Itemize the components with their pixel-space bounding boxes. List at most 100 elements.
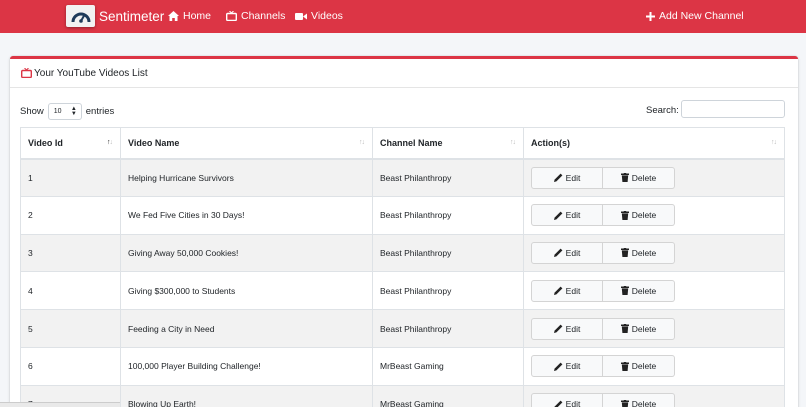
pencil-icon: [553, 286, 563, 296]
row-action-buttons: Edit Delete: [531, 393, 784, 407]
top-navbar: Sentimeter Home Channels Videos Add New …: [0, 0, 806, 33]
videos-card: Your YouTube Videos List Show 10 ▲ ▼ entr…: [10, 56, 798, 407]
delete-button-label: Delete: [631, 361, 657, 372]
cell-actions: Edit Delete: [523, 384, 785, 407]
table-row: 7Blowing Up Earth!MrBeast GamingEditDele…: [20, 384, 785, 407]
nav-channels[interactable]: Channels: [226, 10, 285, 22]
column-header-channel-name[interactable]: Channel Name ↑↓: [372, 127, 524, 160]
table-row: 2 We Fed Five Cities in 30 Days! Beast Phi…: [20, 195, 785, 235]
delete-button[interactable]: Delete: [603, 279, 675, 302]
edit-button-label: Edit: [565, 247, 581, 258]
edit-button[interactable]: Edit: [531, 241, 603, 264]
delete-button-label: Delete: [631, 285, 657, 296]
delete-button[interactable]: Delete: [603, 355, 675, 378]
video-camera-icon: [295, 12, 307, 20]
edit-button[interactable]: Edit: [531, 355, 603, 378]
delete-button[interactable]: Delete: [603, 166, 675, 189]
column-header-video-id[interactable]: Video Id ↑↓: [20, 127, 121, 160]
column-header-actions[interactable]: Action(s) ↑↓: [523, 127, 785, 160]
column-header-label: Video Id: [28, 137, 63, 148]
row-action-buttons: Edit Delete: [531, 241, 784, 264]
cell-channel-name: Beast Philanthropy: [372, 309, 524, 348]
table-row: 6 100,000 Player Building Challenge! MrBea…: [20, 346, 785, 386]
row-action-buttons: Edit Delete: [531, 279, 784, 302]
tv-icon: [226, 11, 237, 21]
cell-video-name: We Fed Five Cities in 30 Days!: [120, 195, 373, 235]
edit-button[interactable]: Edit: [531, 204, 603, 227]
sort-icon: ↑↓: [359, 139, 365, 146]
browser-status-bar: [0, 402, 120, 407]
cell-channel-name: Beast Philanthropy: [372, 271, 524, 311]
cell-video-name: Blowing Up Earth!: [120, 384, 373, 407]
row-action-buttons: Edit Delete: [531, 355, 784, 378]
nav-home[interactable]: Home: [168, 10, 211, 22]
edit-button-label: Edit: [565, 172, 581, 183]
pencil-icon: [553, 249, 563, 258]
edit-button[interactable]: Edit: [531, 279, 603, 302]
edit-button-label: Edit: [565, 210, 581, 221]
cell-actions: Edit Delete: [523, 309, 785, 348]
row-action-buttons: Edit Delete: [531, 204, 784, 227]
delete-button[interactable]: Delete: [603, 204, 675, 227]
cell-channel-name: MrBeast Gaming: [372, 346, 524, 386]
table-row: 1 Helping Hurricane Survivors Beast Philan…: [20, 158, 785, 197]
edit-button-label: Edit: [565, 285, 581, 296]
select-caret-icon: ▲ ▼: [70, 106, 77, 117]
cell-video-id: 6: [20, 346, 121, 386]
column-header-video-name[interactable]: Video Name ↑↓: [120, 127, 373, 160]
trash-icon: [620, 210, 629, 220]
cell-video-name: Feeding a City in Need: [120, 309, 373, 348]
card-title: Your YouTube Videos List: [34, 67, 148, 79]
edit-button-label: Edit: [565, 361, 581, 372]
cell-video-id: 1: [20, 158, 121, 197]
nav-videos[interactable]: Videos: [295, 10, 343, 22]
trash-icon: [620, 324, 629, 334]
tv-icon: [21, 68, 32, 78]
edit-button[interactable]: Edit: [531, 317, 603, 340]
table-row: 5 Feeding a City in Need Beast Philanthrop…: [20, 309, 785, 348]
add-new-channel-link[interactable]: Add New Channel: [646, 10, 744, 22]
delete-button[interactable]: Delete: [603, 241, 675, 264]
row-action-buttons: Edit Delete: [531, 317, 784, 340]
edit-button[interactable]: Edit: [531, 166, 603, 189]
search-input[interactable]: [681, 100, 785, 118]
trash-icon: [620, 361, 629, 371]
card-header: Your YouTube Videos List: [10, 59, 798, 88]
home-icon: [168, 11, 179, 21]
pencil-icon: [554, 400, 563, 407]
videos-table: Video Id ↑↓ Video Name ↑↓ Channel Name ↑…: [20, 127, 785, 407]
table-row: 3 Giving Away 50,000 Cookies! Beast Philan…: [20, 233, 785, 273]
pencil-icon: [553, 211, 563, 220]
entries-label: entries: [85, 106, 115, 117]
cell-actions: Edit Delete: [523, 195, 785, 235]
show-label: Show: [20, 106, 44, 117]
sort-icon: ↑↓: [510, 139, 516, 146]
delete-button-label: Delete: [631, 247, 657, 258]
cell-actions: Edit Delete: [523, 233, 785, 273]
cell-channel-name: Beast Philanthropy: [372, 195, 524, 235]
delete-button[interactable]: Delete: [603, 393, 675, 407]
pencil-icon: [553, 362, 563, 371]
delete-button[interactable]: Delete: [603, 317, 675, 340]
cell-video-id: 3: [20, 233, 121, 273]
sort-ascending-icon: ↑↓: [107, 139, 113, 146]
cell-video-name: 100,000 Player Building Challenge!: [120, 346, 373, 386]
search-label: Search:: [646, 105, 679, 116]
brand-name: Sentimeter: [99, 8, 165, 24]
sort-icon: ↑↓: [771, 139, 777, 146]
trash-icon: [620, 399, 629, 407]
row-action-buttons: Edit Delete: [531, 166, 784, 189]
cell-channel-name: MrBeast Gaming: [372, 384, 524, 407]
edit-button[interactable]: Edit: [531, 393, 603, 407]
brand[interactable]: Sentimeter: [66, 5, 164, 27]
entries-select[interactable]: 10 ▲ ▼: [47, 103, 82, 120]
nav-channels-label: Channels: [241, 10, 286, 22]
cell-channel-name: Beast Philanthropy: [372, 233, 524, 273]
cell-video-id: 5: [20, 309, 121, 348]
column-header-label: Video Name: [128, 137, 180, 148]
column-header-label: Action(s): [531, 137, 570, 148]
trash-icon: [620, 173, 629, 183]
pencil-icon: [553, 173, 563, 183]
cell-actions: Edit Delete: [523, 346, 785, 386]
add-new-channel-label: Add New Channel: [659, 10, 744, 22]
